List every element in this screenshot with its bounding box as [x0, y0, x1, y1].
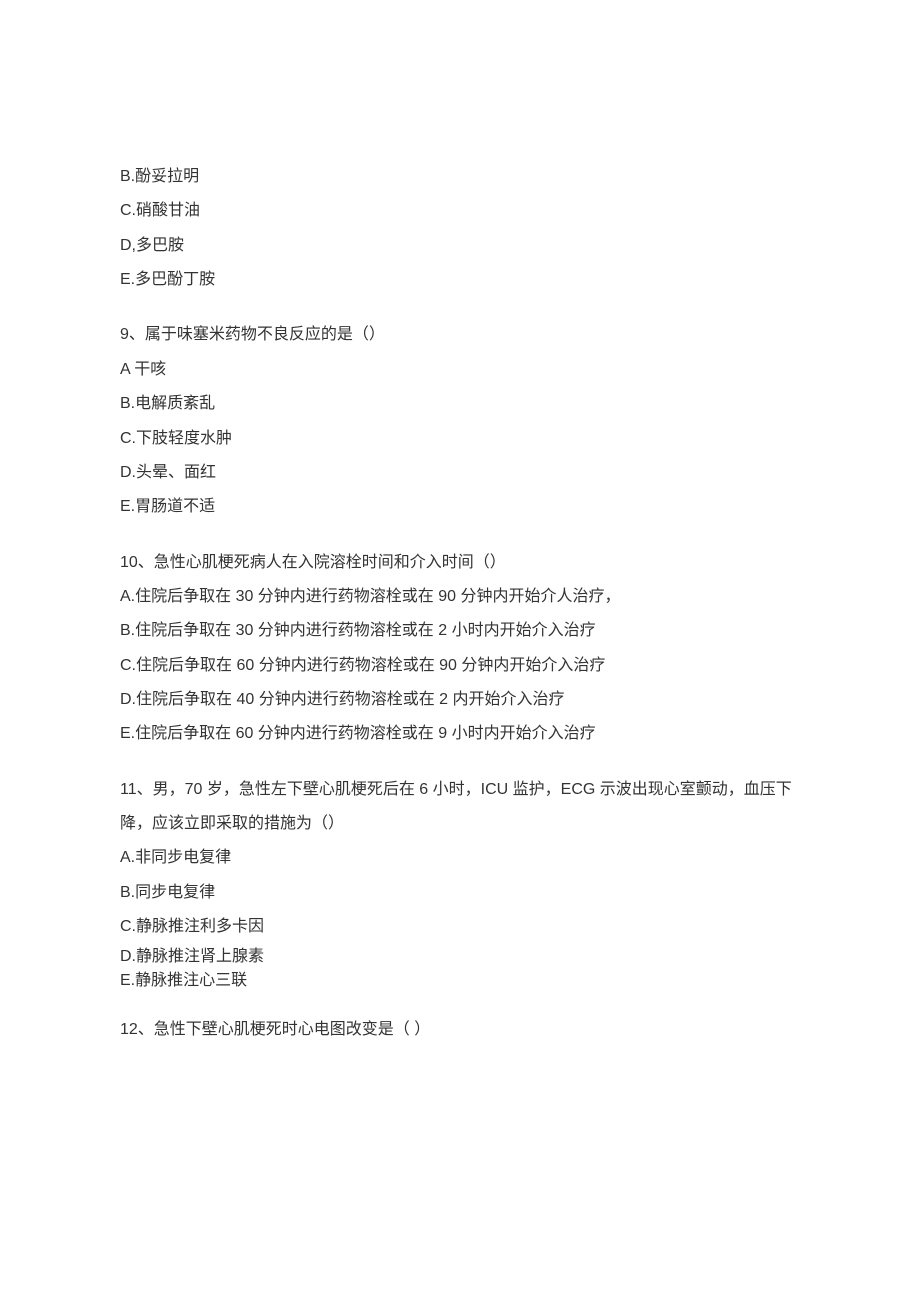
- q9-option-c: C.下肢轻度水肿: [120, 422, 800, 456]
- q9-stem: 9、属于味塞米药物不良反应的是（）: [120, 318, 800, 352]
- q12-stem: 12、急性下壁心肌梗死时心电图改变是（ ）: [120, 1013, 800, 1047]
- q9-option-b: B.电解质紊乱: [120, 387, 800, 421]
- q10-option-c: C.住院后争取在 60 分钟内进行药物溶栓或在 90 分钟内开始介入治疗: [120, 649, 800, 683]
- q9-option-e: E.胃肠道不适: [120, 490, 800, 524]
- q10-option-a: A.住院后争取在 30 分钟内进行药物溶栓或在 90 分钟内开始介人治疗，: [120, 580, 800, 614]
- q8-option-e: E.多巴酚丁胺: [120, 263, 800, 297]
- q9-option-d: D.头晕、面红: [120, 456, 800, 490]
- q11-option-c: C.静脉推注利多卡因: [120, 910, 800, 944]
- q11-option-a: A.非同步电复律: [120, 841, 800, 875]
- q11-stem: 11、男，70 岁，急性左下壁心肌梗死后在 6 小时，ICU 监护，ECG 示波…: [120, 773, 800, 842]
- q8-option-d: D,多巴胺: [120, 229, 800, 263]
- q9-option-a: A 干咳: [120, 353, 800, 387]
- q11-option-b: B.同步电复律: [120, 876, 800, 910]
- q10-stem: 10、急性心肌梗死病人在入院溶栓时间和介入时间（）: [120, 546, 800, 580]
- q11-option-e: E.静脉推注心三联: [120, 969, 800, 993]
- q10-option-b: B.住院后争取在 30 分钟内进行药物溶栓或在 2 小时内开始介入治疗: [120, 614, 800, 648]
- q11-option-d: D.静脉推注肾上腺素: [120, 945, 800, 969]
- q8-option-c: C.硝酸甘油: [120, 194, 800, 228]
- q10-option-d: D.住院后争取在 40 分钟内进行药物溶栓或在 2 内开始介入治疗: [120, 683, 800, 717]
- q10-option-e: E.住院后争取在 60 分钟内进行药物溶栓或在 9 小时内开始介入治疗: [120, 717, 800, 751]
- q8-option-b: B.酚妥拉明: [120, 160, 800, 194]
